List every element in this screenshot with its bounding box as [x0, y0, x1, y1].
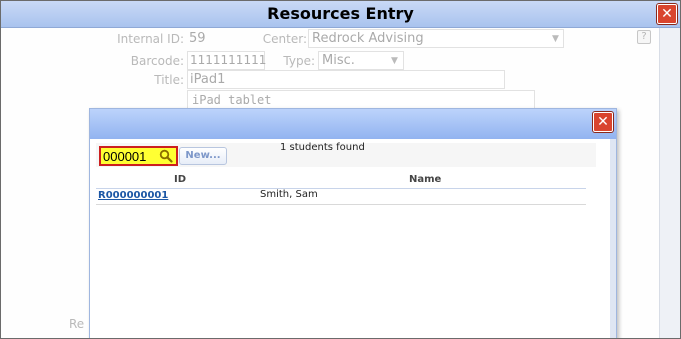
title-label: Title:: [154, 73, 184, 87]
window-close-button[interactable]: ✕: [657, 4, 677, 24]
type-select-value: Misc.: [322, 53, 355, 68]
type-label: Type:: [283, 54, 315, 68]
search-field[interactable]: [99, 146, 178, 166]
student-search-dialog: ✕ New... 1 students found ID Name R00000…: [89, 108, 617, 338]
new-button[interactable]: New...: [179, 147, 227, 165]
barcode-field[interactable]: 1111111111: [187, 51, 267, 70]
row-divider: [96, 204, 586, 205]
student-id-link[interactable]: R000000001: [98, 190, 168, 201]
chevron-down-icon: ▼: [391, 56, 398, 66]
header-divider: [96, 188, 586, 189]
description-value: iPad tablet: [192, 93, 272, 107]
title-value: iPad1: [190, 72, 226, 87]
search-icon[interactable]: [159, 149, 173, 163]
dialog-side-strip: [610, 139, 616, 338]
description-field[interactable]: iPad tablet: [187, 90, 535, 110]
column-header-id[interactable]: ID: [174, 174, 186, 185]
dialog-title-bar: ✕: [90, 109, 616, 139]
center-select[interactable]: Redrock Advising ▼: [308, 29, 564, 48]
barcode-label: Barcode:: [130, 54, 184, 68]
scrollbar-track[interactable]: [659, 28, 680, 338]
result-count: 1 students found: [280, 142, 365, 153]
chevron-down-icon: ▼: [552, 34, 559, 44]
type-select[interactable]: Misc. ▼: [318, 51, 404, 70]
column-header-name[interactable]: Name: [409, 174, 441, 185]
student-name: Smith, Sam: [260, 189, 318, 200]
partial-label: Re: [69, 317, 85, 331]
title-field[interactable]: iPad1: [187, 70, 505, 89]
search-input[interactable]: [103, 148, 157, 164]
title-bar: Resources Entry ✕: [1, 1, 680, 28]
window-title: Resources Entry: [267, 4, 414, 23]
barcode-value: 1111111111: [190, 53, 267, 67]
center-select-value: Redrock Advising: [312, 31, 424, 46]
internal-id-label: Internal ID:: [117, 32, 184, 46]
internal-id-value: 59: [189, 31, 206, 46]
center-label: Center:: [262, 32, 307, 46]
resources-entry-window: Resources Entry ✕ Internal ID: 59 Center…: [0, 0, 681, 339]
help-icon[interactable]: ?: [637, 30, 651, 44]
dialog-close-button[interactable]: ✕: [593, 112, 613, 132]
